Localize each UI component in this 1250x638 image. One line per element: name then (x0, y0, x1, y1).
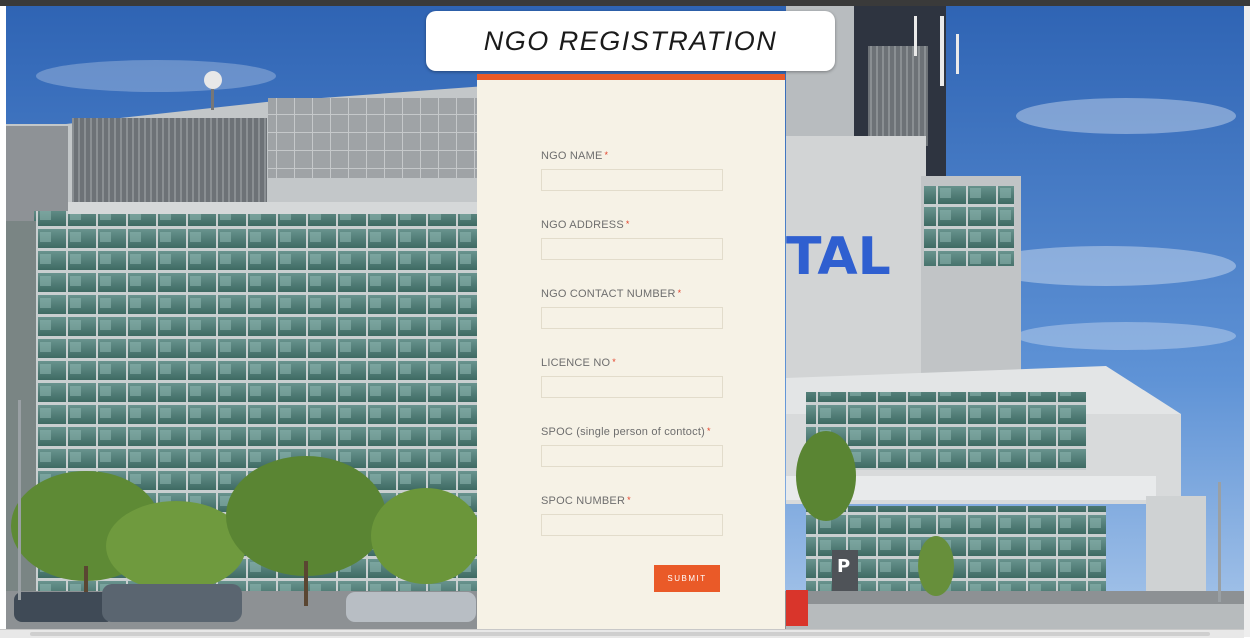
window-right-edge (1244, 6, 1250, 637)
required-marker: * (677, 288, 682, 298)
required-marker: * (625, 219, 630, 229)
spoc-number-field: SPOC NUMBER * (541, 495, 725, 536)
parking-sign: P (837, 556, 850, 577)
ngo-address-field: NGO ADDRESS * (541, 219, 725, 260)
hospital-sign-text: TAL (786, 227, 891, 287)
required-marker: * (706, 426, 711, 436)
required-marker: * (627, 495, 631, 505)
ngo-address-label: NGO ADDRESS * (541, 219, 630, 231)
submit-button[interactable]: SUBMIT (654, 565, 720, 592)
spoc-label: SPOC (single person of contoct) * (541, 426, 711, 438)
scrollbar-thumb[interactable] (30, 632, 1210, 636)
registration-title-card: NGO REGISTRATION (426, 11, 835, 71)
ngo-name-field: NGO NAME * (541, 150, 725, 191)
ngo-contact-number-label: NGO CONTACT NUMBER * (541, 288, 682, 300)
required-marker: * (604, 150, 609, 160)
licence-no-label: LICENCE NO * (541, 357, 616, 369)
ngo-name-input[interactable] (541, 169, 723, 191)
spoc-number-label: SPOC NUMBER * (541, 495, 631, 507)
ngo-registration-form: NGO NAME * NGO ADDRESS * NGO CONTACT NUMBE… (477, 74, 785, 630)
ngo-contact-number-field: NGO CONTACT NUMBER * (541, 288, 725, 329)
spoc-input[interactable] (541, 445, 723, 467)
licence-no-field: LICENCE NO * (541, 357, 725, 398)
ngo-contact-number-input[interactable] (541, 307, 723, 329)
page-title: NGO REGISTRATION (483, 25, 778, 56)
spoc-field: SPOC (single person of contoct) * (541, 426, 725, 467)
ngo-address-input[interactable] (541, 238, 723, 260)
required-marker: * (612, 357, 616, 367)
licence-no-input[interactable] (541, 376, 723, 398)
ngo-name-label: NGO NAME * (541, 150, 609, 162)
spoc-number-input[interactable] (541, 514, 723, 536)
